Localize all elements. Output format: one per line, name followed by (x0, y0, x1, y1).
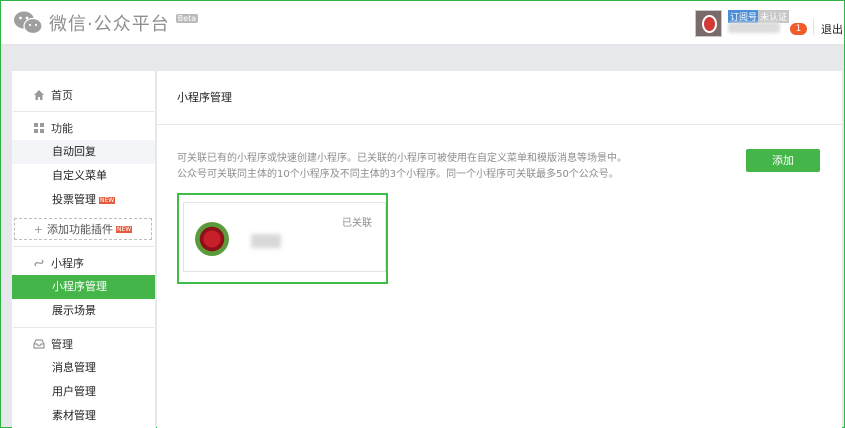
new-badge: NEW (116, 225, 133, 233)
sidebar-item-home[interactable]: 首页 (12, 83, 155, 107)
section-miniprogram: 小程序 (12, 251, 155, 275)
logo[interactable]: 微信·公众平台 Beta (13, 10, 199, 36)
header-divider (813, 19, 814, 35)
section-title: 功能 (51, 122, 73, 135)
plus-icon: + (33, 222, 43, 236)
sidebar-item-messages[interactable]: 消息管理 (12, 356, 155, 380)
sidebar-item-label: 首页 (51, 89, 73, 102)
section-management: 管理 (12, 332, 155, 356)
page-title: 小程序管理 (177, 91, 232, 104)
notification-badge[interactable]: 1 (790, 23, 807, 35)
link-status: 已关联 (342, 218, 372, 229)
add-button[interactable]: 添加 (746, 149, 820, 172)
main-panel: 小程序管理 可关联已有的小程序或快速创建小程序。已关联的小程序可被使用在自定义菜… (157, 71, 842, 428)
title-divider (157, 124, 842, 125)
section-title: 小程序 (51, 257, 84, 270)
miniprogram-card[interactable]: 已关联 (183, 202, 386, 272)
sidebar-item-custom-menu[interactable]: 自定义菜单 (12, 164, 155, 188)
sidebar-item-display-scenes[interactable]: 展示场景 (12, 299, 155, 323)
section-features: 功能 (12, 116, 155, 140)
beta-badge: Beta (175, 13, 199, 23)
add-plugin-button[interactable]: + 添加功能插件 NEW (14, 218, 152, 240)
sidebar-item-auto-reply[interactable]: 自动回复 (12, 140, 155, 164)
description-line: 公众号可关联同主体的10个小程序及不同主体的3个小程序。同一个小程序可关联最多5… (177, 169, 619, 180)
sidebar-item-users[interactable]: 用户管理 (12, 380, 155, 404)
add-plugin-label: 添加功能插件 (47, 223, 113, 236)
logo-text: 微信·公众平台 (49, 14, 170, 35)
highlight-frame: 已关联 (177, 193, 388, 284)
home-icon (33, 89, 45, 101)
account-avatar[interactable] (695, 10, 722, 37)
new-badge: NEW (99, 196, 116, 204)
sidebar-item-label: 投票管理 (52, 193, 96, 206)
description: 可关联已有的小程序或快速创建小程序。已关联的小程序可被使用在自定义菜单和模版消息… (177, 151, 627, 183)
description-line: 可关联已有的小程序或快速创建小程序。已关联的小程序可被使用在自定义菜单和模版消息… (177, 153, 627, 164)
grid-icon (33, 122, 45, 134)
account-name[interactable] (728, 22, 780, 33)
section-title: 管理 (51, 338, 73, 351)
wechat-logo-icon (13, 10, 43, 36)
sidebar-item-vote[interactable]: 投票管理 NEW (12, 188, 155, 212)
sidebar-item-miniprogram-manage[interactable]: 小程序管理 (12, 275, 155, 299)
inbox-icon (33, 338, 45, 350)
logout-link[interactable]: 退出 (821, 21, 843, 37)
sidebar-item-materials[interactable]: 素材管理 (12, 404, 155, 428)
miniprogram-name (251, 234, 281, 248)
sidebar: 首页 功能 自动回复 自定义菜单 投票管理 NEW + 添加功能插件 NEW 小程… (12, 71, 156, 428)
link-icon (33, 257, 45, 269)
miniprogram-avatar (195, 222, 229, 256)
top-header: 微信·公众平台 Beta 订阅号 未认证 1 退出 (1, 1, 844, 45)
